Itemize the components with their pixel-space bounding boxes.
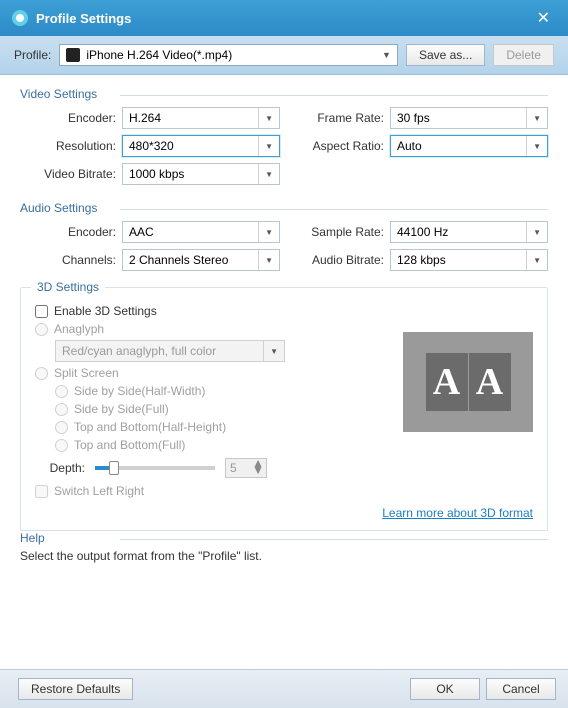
slider-thumb[interactable] [109, 461, 119, 475]
device-icon [66, 48, 80, 62]
chevron-down-icon: ▼ [258, 250, 273, 270]
samplerate-select[interactable]: 44100 Hz▼ [390, 221, 548, 243]
enable-3d-checkbox[interactable]: Enable 3D Settings [35, 304, 533, 318]
profile-label: Profile: [14, 48, 51, 62]
profile-value: iPhone H.264 Video(*.mp4) [86, 48, 232, 62]
3d-settings-group: 3D Settings Enable 3D Settings Anaglyph … [20, 287, 548, 531]
chevron-down-icon: ▼ [258, 164, 273, 184]
delete-button: Delete [493, 44, 554, 66]
window-title: Profile Settings [36, 11, 531, 26]
channels-label: Channels: [20, 253, 116, 267]
chevron-down-icon: ▼ [526, 222, 541, 242]
aspect-select[interactable]: Auto▼ [390, 135, 548, 157]
tb-full-radio: Top and Bottom(Full) [55, 438, 533, 452]
audio-encoder-label: Encoder: [20, 225, 116, 239]
title-bar: Profile Settings ✕ [0, 0, 568, 36]
depth-slider[interactable] [95, 466, 215, 470]
ok-button[interactable]: OK [410, 678, 480, 700]
profile-select[interactable]: iPhone H.264 Video(*.mp4) ▼ [59, 44, 398, 66]
video-bitrate-select[interactable]: 1000 kbps▼ [122, 163, 280, 185]
audio-bitrate-select[interactable]: 128 kbps▼ [390, 249, 548, 271]
anaglyph-input [35, 323, 48, 336]
help-group: Help Select the output format from the "… [20, 531, 548, 563]
video-encoder-label: Encoder: [20, 111, 116, 125]
split-input [35, 367, 48, 380]
aspect-label: Aspect Ratio: [288, 139, 384, 153]
anaglyph-mode-select: Red/cyan anaglyph, full color▼ [55, 340, 285, 362]
help-text: Select the output format from the "Profi… [20, 549, 548, 563]
resolution-label: Resolution: [20, 139, 116, 153]
chevron-down-icon: ▼ [263, 341, 278, 361]
learn-more-link[interactable]: Learn more about 3D format [382, 506, 533, 520]
chevron-down-icon: ▼ [526, 108, 541, 128]
save-as-button[interactable]: Save as... [406, 44, 485, 66]
preview-left: A [426, 353, 468, 411]
3d-legend: 3D Settings [31, 280, 105, 294]
preview-right: A [469, 353, 511, 411]
chevron-down-icon: ▼ [258, 108, 273, 128]
switch-lr-checkbox: Switch Left Right [35, 484, 533, 498]
samplerate-label: Sample Rate: [288, 225, 384, 239]
framerate-select[interactable]: 30 fps▼ [390, 107, 548, 129]
video-legend: Video Settings [20, 87, 105, 101]
chevron-down-icon: ▼ [258, 136, 273, 156]
video-settings-group: Video Settings Encoder: H.264▼ Frame Rat… [20, 87, 548, 185]
audio-legend: Audio Settings [20, 201, 105, 215]
footer-bar: Restore Defaults OK Cancel [0, 669, 568, 708]
restore-defaults-button[interactable]: Restore Defaults [18, 678, 133, 700]
chevron-down-icon: ▼ [526, 136, 541, 156]
profile-bar: Profile: iPhone H.264 Video(*.mp4) ▼ Sav… [0, 36, 568, 75]
depth-label: Depth: [35, 461, 85, 475]
3d-preview: A A [403, 332, 533, 432]
enable-3d-input[interactable] [35, 305, 48, 318]
channels-select[interactable]: 2 Channels Stereo▼ [122, 249, 280, 271]
audio-settings-group: Audio Settings Encoder: AAC▼ Sample Rate… [20, 201, 548, 271]
help-legend: Help [20, 531, 53, 545]
audio-bitrate-label: Audio Bitrate: [288, 253, 384, 267]
chevron-down-icon: ▼ [382, 50, 391, 60]
chevron-down-icon: ▼ [258, 222, 273, 242]
resolution-select[interactable]: 480*320▼ [122, 135, 280, 157]
video-bitrate-label: Video Bitrate: [20, 167, 116, 181]
depth-spinner: 5 ▲▼ [225, 458, 267, 478]
video-encoder-select[interactable]: H.264▼ [122, 107, 280, 129]
close-icon[interactable]: ✕ [531, 8, 556, 28]
framerate-label: Frame Rate: [288, 111, 384, 125]
chevron-down-icon: ▼ [526, 250, 541, 270]
app-icon [12, 10, 28, 26]
audio-encoder-select[interactable]: AAC▼ [122, 221, 280, 243]
cancel-button[interactable]: Cancel [486, 678, 556, 700]
